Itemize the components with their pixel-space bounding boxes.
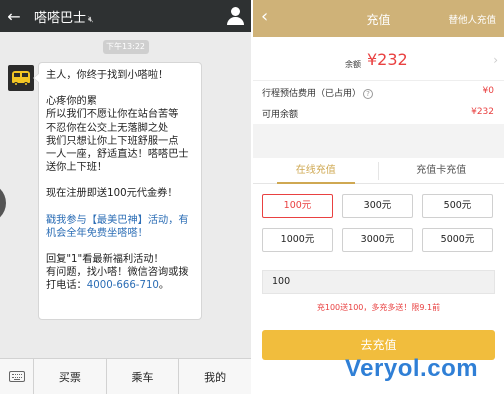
profile-icon[interactable] (221, 0, 251, 32)
bus-avatar-icon[interactable] (8, 65, 34, 91)
floating-side-button[interactable] (0, 183, 6, 223)
balance-value: ¥232 (367, 50, 408, 69)
do-not-disturb-icon: 🔇︎ (88, 14, 94, 25)
available-balance-row: 可用余额 ¥232 (253, 102, 504, 123)
available-label: 可用余额 (262, 110, 299, 120)
amount-option[interactable]: 300元 (342, 194, 413, 218)
message-timestamp: 下午13:22 (102, 40, 149, 54)
phone-link[interactable]: 4000-666-710 (87, 280, 159, 291)
keyboard-toggle[interactable] (0, 359, 34, 394)
menu-ride[interactable]: 乘车 (107, 359, 180, 394)
message-bubble: 主人，你终于找到小嗒啦！ 心疼你的累 所以我们不愿让你在站台苦等 不忍你在公交上… (33, 62, 202, 320)
help-icon[interactable]: ? (363, 89, 374, 99)
message-contact-end: 。 (158, 280, 170, 292)
recharge-tabs: 在线充值 充值卡充值 (253, 158, 504, 184)
recharge-header: ‹ 充值 替他人充值 (253, 0, 504, 37)
message-contact: 回复"1"看最新福利活动！ 有问题，找小嗒！微信咨询或拨打电话：4000-666… (46, 253, 194, 293)
chat-title-text: 嗒嗒巴士 (34, 10, 87, 26)
amount-option[interactable]: 100元 (262, 194, 333, 218)
tab-card-recharge[interactable]: 充值卡充值 (379, 158, 504, 183)
chat-title: 嗒嗒巴士 🔇︎ (28, 7, 221, 26)
amount-option[interactable]: 5000元 (422, 228, 493, 252)
tab-online-recharge[interactable]: 在线充值 (253, 158, 379, 184)
message-coupon: 现在注册即送100元代金券！ (46, 188, 178, 200)
balance-label: 余额 (345, 60, 361, 69)
other-recharge-button[interactable]: 替他人充值 (448, 12, 496, 26)
recharge-screen: ‹ 充值 替他人充值 余额 ¥232 › 行程预估费用（已占用）? ¥0 可用余… (253, 0, 504, 394)
promo-text: 充100送100，多充多送！限9.1前 (316, 303, 441, 312)
trip-fee-label: 行程预估费用（已占用） (262, 89, 362, 99)
chat-screen: ← 嗒嗒巴士 🔇︎ 下午13:22 主人，你终于找到小嗒啦！ 心疼你的累 所以我们… (0, 0, 251, 394)
amount-option[interactable]: 500元 (422, 194, 493, 218)
tab-divider (378, 162, 379, 180)
watermark: Veryol.com (345, 355, 479, 382)
amount-option[interactable]: 3000元 (342, 228, 413, 252)
keyboard-icon (8, 371, 25, 382)
amount-input[interactable]: 100 (262, 270, 495, 294)
chat-header: ← 嗒嗒巴士 🔇︎ (0, 0, 251, 32)
menu-buy-ticket[interactable]: 买票 (34, 359, 107, 394)
available-value: ¥232 (471, 107, 494, 117)
menu-mine[interactable]: 我的 (179, 359, 251, 394)
message-greeting: 主人，你终于找到小嗒啦！ (46, 70, 169, 81)
balance-card: 余额 ¥232 › 行程预估费用（已占用）? ¥0 可用余额 ¥232 (253, 37, 504, 124)
amount-option[interactable]: 1000元 (262, 228, 333, 252)
trip-fee-value: ¥0 (482, 86, 494, 96)
chat-menu-bar: 买票 乘车 我的 (0, 358, 251, 394)
chevron-right-icon: › (493, 53, 498, 67)
activity-link[interactable]: 戳我参与【最美巴神】活动，有机会全年免费坐嗒嗒！ (46, 214, 194, 240)
message-body: 心疼你的累 所以我们不愿让你在站台苦等 不忍你在公交上无落脚之处 我们只想让你上… (46, 96, 189, 174)
balance-row[interactable]: 余额 ¥232 › (253, 37, 504, 81)
trip-fee-row: 行程预估费用（已占用）? ¥0 (253, 81, 504, 102)
back-arrow-icon[interactable]: ← (0, 7, 28, 26)
